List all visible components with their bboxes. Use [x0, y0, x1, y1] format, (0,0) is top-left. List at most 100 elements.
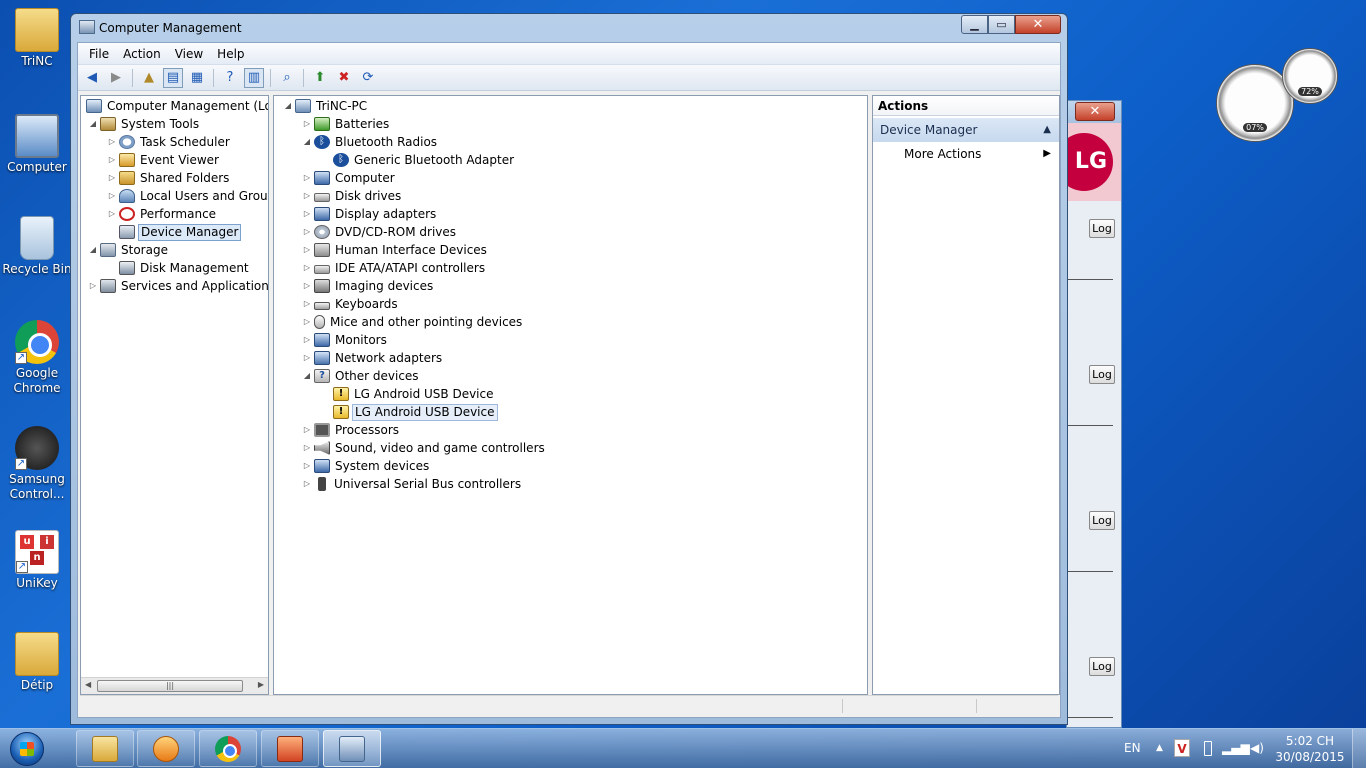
cpu-meter-gadget[interactable]: 07% 72%: [1216, 48, 1340, 142]
expand-icon[interactable]: ▷: [301, 313, 313, 331]
log-button[interactable]: Log: [1089, 219, 1115, 238]
expand-icon[interactable]: ▷: [301, 241, 313, 259]
back-arrow-icon[interactable]: ◀: [82, 68, 102, 88]
expand-icon[interactable]: ▷: [301, 223, 313, 241]
close-icon[interactable]: ✕: [1075, 102, 1115, 121]
desktop-icon-chrome[interactable]: ↗ Google Chrome: [2, 320, 72, 396]
language-indicator[interactable]: EN: [1124, 741, 1141, 755]
device-category[interactable]: ▷ DVD/CD-ROM drives: [274, 223, 867, 241]
action-pane-icon[interactable]: ▥: [244, 67, 264, 88]
collapse-icon[interactable]: ◢: [282, 97, 294, 115]
menu-action[interactable]: Action: [116, 43, 168, 65]
device-category[interactable]: ▷ Sound, video and game controllers: [274, 439, 867, 457]
tree-root[interactable]: Computer Management (Local: [81, 97, 268, 115]
show-desktop-button[interactable]: [1352, 729, 1366, 768]
device-category[interactable]: ▷ Imaging devices: [274, 277, 867, 295]
close-button[interactable]: ✕: [1015, 15, 1061, 34]
device-category[interactable]: ▷ Computer: [274, 169, 867, 187]
forward-arrow-icon[interactable]: ▶: [106, 68, 126, 88]
scrollbar-thumb[interactable]: |||: [97, 680, 243, 692]
taskbar-explorer[interactable]: [76, 730, 134, 767]
device-category[interactable]: ▷ Disk drives: [274, 187, 867, 205]
lg-background-window[interactable]: ✕ LG Log Log Log Log: [1055, 100, 1122, 728]
scroll-left-icon[interactable]: ◀: [85, 680, 91, 689]
device-category[interactable]: ▷ Mice and other pointing devices: [274, 313, 867, 331]
device-category[interactable]: ▷ Human Interface Devices: [274, 241, 867, 259]
battery-icon[interactable]: [1204, 741, 1212, 756]
log-button[interactable]: Log: [1089, 657, 1115, 676]
enable-device-icon[interactable]: ⟳: [358, 68, 378, 88]
help-icon[interactable]: ?: [220, 68, 240, 88]
computer-management-window[interactable]: Computer Management ▁ ▭ ✕ File Action Vi…: [70, 13, 1068, 725]
expand-icon[interactable]: ▷: [301, 331, 313, 349]
horizontal-scrollbar[interactable]: ◀ ||| ▶: [81, 677, 268, 694]
device-item[interactable]: ᛒ Generic Bluetooth Adapter: [274, 151, 867, 169]
collapse-icon[interactable]: ◢: [301, 367, 313, 385]
expand-icon[interactable]: ▷: [301, 277, 313, 295]
expand-icon[interactable]: ▷: [106, 205, 118, 223]
device-category[interactable]: ▷ IDE ATA/ATAPI controllers: [274, 259, 867, 277]
tree-item-device-manager[interactable]: Device Manager: [81, 223, 268, 241]
signal-icon[interactable]: ▂▄▆: [1222, 741, 1250, 755]
tree-item-storage[interactable]: ◢ Storage: [81, 241, 268, 259]
scan-hardware-icon[interactable]: ⌕: [277, 68, 297, 88]
desktop-icon-detip[interactable]: Détip: [2, 632, 72, 693]
tree-item-event-viewer[interactable]: ▷ Event Viewer: [81, 151, 268, 169]
device-category[interactable]: ▷ Keyboards: [274, 295, 867, 313]
tree-item-local-users[interactable]: ▷ Local Users and Groups: [81, 187, 268, 205]
menu-help[interactable]: Help: [210, 43, 251, 65]
actions-group-device-manager[interactable]: Device Manager ▲: [873, 118, 1059, 142]
tree-item-performance[interactable]: ▷ Performance: [81, 205, 268, 223]
expand-icon[interactable]: ▷: [106, 169, 118, 187]
expand-icon[interactable]: ▷: [301, 205, 313, 223]
expand-icon[interactable]: ▷: [301, 187, 313, 205]
expand-icon[interactable]: ▷: [301, 421, 313, 439]
expand-icon[interactable]: ▷: [106, 133, 118, 151]
collapse-icon[interactable]: ◢: [87, 115, 99, 133]
show-hidden-icons-icon[interactable]: ▲: [1156, 743, 1163, 753]
up-folder-icon[interactable]: ▲: [139, 68, 159, 88]
collapse-icon[interactable]: ◢: [87, 241, 99, 259]
desktop-icon-unikey[interactable]: uin ↗ UniKey: [2, 530, 72, 591]
taskbar-media-player[interactable]: [137, 730, 195, 767]
start-button[interactable]: [4, 730, 52, 768]
more-actions[interactable]: More Actions ▶: [873, 142, 1059, 166]
tree-item-system-tools[interactable]: ◢ System Tools: [81, 115, 268, 133]
expand-icon[interactable]: ▷: [301, 295, 313, 313]
expand-icon[interactable]: ▷: [87, 277, 99, 295]
device-item-selected[interactable]: ! LG Android USB Device: [274, 403, 867, 421]
show-tree-icon[interactable]: ▤: [163, 67, 183, 88]
expand-icon[interactable]: ▷: [301, 115, 313, 133]
device-category[interactable]: ▷ System devices: [274, 457, 867, 475]
expand-icon[interactable]: ▷: [301, 349, 313, 367]
properties-icon[interactable]: ▦: [187, 68, 207, 88]
desktop-icon-recycle-bin[interactable]: Recycle Bin: [2, 216, 72, 277]
device-category[interactable]: ▷ Processors: [274, 421, 867, 439]
tree-item-task-scheduler[interactable]: ▷ Task Scheduler: [81, 133, 268, 151]
expand-icon[interactable]: ▷: [301, 475, 313, 493]
minimize-button[interactable]: ▁: [961, 15, 988, 34]
maximize-button[interactable]: ▭: [988, 15, 1015, 34]
log-button[interactable]: Log: [1089, 365, 1115, 384]
menu-view[interactable]: View: [168, 43, 210, 65]
device-root[interactable]: ◢ TriNC-PC: [274, 97, 867, 115]
desktop-icon-computer[interactable]: Computer: [2, 114, 72, 175]
device-category[interactable]: ◢ ᛒ Bluetooth Radios: [274, 133, 867, 151]
taskbar-office[interactable]: [261, 730, 319, 767]
expand-icon[interactable]: ▷: [301, 439, 313, 457]
expand-icon[interactable]: ▷: [301, 169, 313, 187]
collapse-icon[interactable]: ◢: [301, 133, 313, 151]
clock[interactable]: 5:02 CH 30/08/2015: [1270, 733, 1350, 765]
scroll-right-icon[interactable]: ▶: [258, 680, 264, 689]
device-item[interactable]: ! LG Android USB Device: [274, 385, 867, 403]
tree-item-disk-management[interactable]: Disk Management: [81, 259, 268, 277]
device-category[interactable]: ▷ Universal Serial Bus controllers: [274, 475, 867, 493]
taskbar-computer-management[interactable]: [323, 730, 381, 767]
update-driver-icon[interactable]: ⬆: [310, 68, 330, 88]
log-button[interactable]: Log: [1089, 511, 1115, 530]
expand-icon[interactable]: ▷: [301, 457, 313, 475]
tree-item-shared-folders[interactable]: ▷ Shared Folders: [81, 169, 268, 187]
desktop-icon-samsung[interactable]: ↗ Samsung Control...: [2, 426, 72, 502]
expand-icon[interactable]: ▷: [106, 187, 118, 205]
menu-file[interactable]: File: [82, 43, 116, 65]
